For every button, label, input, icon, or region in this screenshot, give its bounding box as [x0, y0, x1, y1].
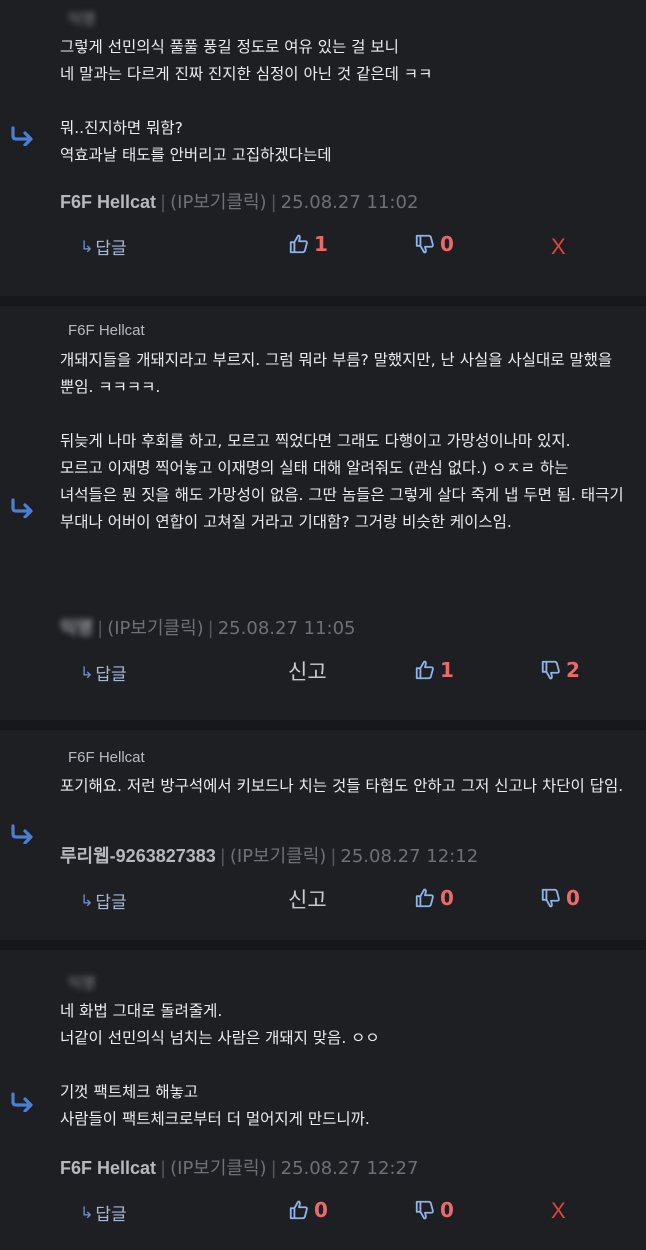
- thumbs-down-icon: [415, 234, 434, 254]
- comment-2: F6F Hellcat 개돼지들을 개돼지라고 부르지. 그럼 뭐라 부름? 말…: [0, 306, 646, 716]
- downvote-count: 0: [440, 1198, 454, 1222]
- comment-actions: ↳ 답글 신고 0 0: [0, 884, 646, 914]
- thumbs-up-icon: [289, 1200, 308, 1220]
- comment-meta: 익명 | (IP보기클릭) | 25.08.27 11:05: [60, 618, 356, 639]
- upvote-button[interactable]: 0: [288, 1198, 328, 1222]
- quoted-author: F6F Hellcat: [68, 322, 145, 339]
- quoted-author: 익명: [68, 11, 96, 28]
- upvote-count: 0: [440, 886, 454, 910]
- comment-body: 개돼지들을 개돼지라고 부르지. 그럼 뭐라 부름? 말했지만, 난 사실을 사…: [60, 351, 624, 531]
- comment-actions: ↳ 답글 1 0 X: [0, 232, 646, 262]
- comment-meta: 루리웹-9263827383 | (IP보기클릭) | 25.08.27 12:12: [60, 846, 479, 867]
- downvote-button[interactable]: 0: [540, 886, 580, 910]
- delete-button[interactable]: X: [551, 234, 566, 260]
- upvote-button[interactable]: 1: [288, 232, 328, 256]
- comment-date: 25.08.27 12:27: [280, 1158, 419, 1179]
- comment-date: 25.08.27 11:02: [280, 192, 419, 213]
- upvote-count: 0: [314, 1198, 328, 1222]
- comment-divider: [0, 940, 646, 950]
- thumbs-up-icon: [289, 234, 308, 254]
- comment-4: 익명 네 화법 그대로 돌려줄게. 너같이 선민의식 넘치는 사람은 개돼지 맞…: [0, 950, 646, 1250]
- comment-body: 포기해요. 저런 방구석에서 키보드나 치는 것들 타협도 안하고 그저 신고나…: [60, 777, 624, 795]
- upvote-button[interactable]: 1: [414, 658, 454, 682]
- downvote-button[interactable]: 0: [414, 1198, 454, 1222]
- downvote-button[interactable]: 0: [414, 232, 454, 256]
- ip-link[interactable]: (IP보기클릭): [107, 618, 203, 639]
- comment-date: 25.08.27 11:05: [217, 618, 356, 639]
- reply-mini-arrow-icon: ↳: [80, 1203, 94, 1222]
- upvote-button[interactable]: 0: [414, 886, 454, 910]
- comment-author[interactable]: F6F Hellcat: [60, 192, 156, 212]
- comment-body: 그렇게 선민의식 풀풀 풍길 정도로 여유 있는 걸 보니 네 말과는 다르게 …: [60, 38, 433, 164]
- downvote-count: 2: [566, 658, 580, 682]
- downvote-count: 0: [440, 232, 454, 256]
- comment-author[interactable]: F6F Hellcat: [60, 1158, 156, 1178]
- reply-label: 답글: [95, 893, 127, 913]
- comment-divider: [0, 720, 646, 730]
- ip-link[interactable]: (IP보기클릭): [230, 846, 326, 867]
- comment-author[interactable]: 익명: [60, 618, 93, 638]
- reply-label: 답글: [95, 239, 127, 259]
- thumbs-up-icon: [415, 660, 434, 680]
- comment-actions: ↳ 답글 신고 1 2: [0, 656, 646, 686]
- thumbs-down-icon: [415, 1200, 434, 1220]
- upvote-count: 1: [440, 658, 454, 682]
- comment-date: 25.08.27 12:12: [340, 846, 479, 867]
- comment-3: F6F Hellcat 포기해요. 저런 방구석에서 키보드나 치는 것들 타협…: [0, 730, 646, 940]
- comment-1: 익명 그렇게 선민의식 풀풀 풍길 정도로 여유 있는 걸 보니 네 말과는 다…: [0, 0, 646, 300]
- comment-body: 네 화법 그대로 돌려줄게. 너같이 선민의식 넘치는 사람은 개돼지 맞음. …: [60, 1002, 380, 1128]
- ip-link[interactable]: (IP보기클릭): [170, 1158, 266, 1179]
- quoted-author: 익명: [68, 975, 96, 992]
- thumbs-up-icon: [415, 888, 434, 908]
- reply-mini-arrow-icon: ↳: [80, 891, 94, 910]
- thumbs-down-icon: [541, 660, 560, 680]
- reply-mini-arrow-icon: ↳: [80, 237, 94, 256]
- downvote-button[interactable]: 2: [540, 658, 580, 682]
- reply-button[interactable]: ↳ 답글: [80, 660, 127, 685]
- report-button[interactable]: 신고: [288, 884, 327, 914]
- comment-meta: F6F Hellcat | (IP보기클릭) | 25.08.27 11:02: [60, 192, 419, 213]
- delete-button[interactable]: X: [551, 1198, 566, 1224]
- thumbs-down-icon: [541, 888, 560, 908]
- reply-arrow-icon: [10, 126, 36, 146]
- comment-author[interactable]: 루리웹-9263827383: [60, 846, 216, 866]
- reply-label: 답글: [95, 1205, 127, 1225]
- downvote-count: 0: [566, 886, 580, 910]
- comment-actions: ↳ 답글 0 0 X: [0, 1196, 646, 1226]
- comment-meta: F6F Hellcat | (IP보기클릭) | 25.08.27 12:27: [60, 1158, 419, 1179]
- reply-mini-arrow-icon: ↳: [80, 663, 94, 682]
- upvote-count: 1: [314, 232, 328, 256]
- reply-arrow-icon: [10, 824, 36, 844]
- reply-arrow-icon: [10, 1092, 36, 1112]
- reply-button[interactable]: ↳ 답글: [80, 1200, 127, 1225]
- quoted-author: F6F Hellcat: [68, 749, 145, 766]
- comment-divider: [0, 296, 646, 306]
- reply-button[interactable]: ↳ 답글: [80, 234, 127, 259]
- report-button[interactable]: 신고: [288, 656, 327, 686]
- reply-label: 답글: [95, 665, 127, 685]
- reply-button[interactable]: ↳ 답글: [80, 888, 127, 913]
- ip-link[interactable]: (IP보기클릭): [170, 192, 266, 213]
- reply-arrow-icon: [10, 498, 36, 518]
